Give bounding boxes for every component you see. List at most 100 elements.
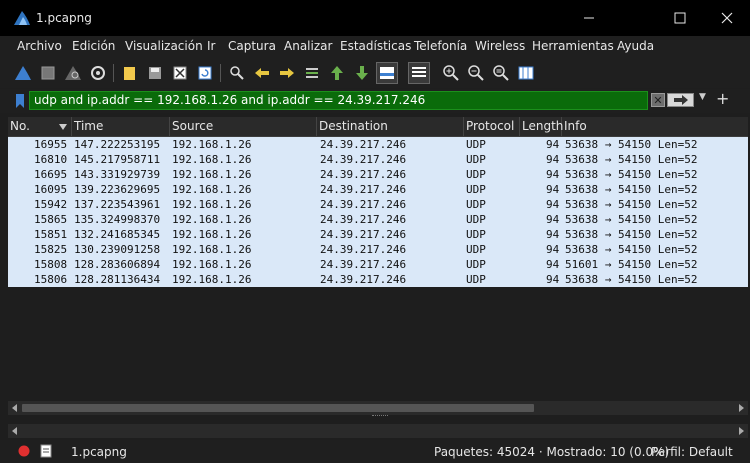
column-header-no[interactable]: No. bbox=[8, 117, 72, 136]
column-header-time[interactable]: Time bbox=[72, 117, 170, 136]
scroll-right-icon[interactable] bbox=[737, 427, 745, 435]
scroll-right-icon[interactable] bbox=[737, 404, 745, 412]
resize-columns-icon bbox=[518, 66, 534, 80]
pane-splitter-handle[interactable] bbox=[372, 415, 388, 419]
open-file-button[interactable] bbox=[119, 62, 141, 84]
display-filter-input[interactable]: udp and ip.addr == 192.168.1.26 and ip.a… bbox=[29, 91, 648, 110]
maximize-button[interactable] bbox=[657, 0, 703, 36]
column-header-protocol[interactable]: Protocol bbox=[464, 117, 520, 136]
table-row[interactable]: 16955 147.222253195 192.168.1.26 24.39.2… bbox=[8, 137, 748, 152]
table-row[interactable]: 15825 130.239091258 192.168.1.26 24.39.2… bbox=[8, 242, 748, 257]
cell-protocol: UDP bbox=[466, 228, 486, 241]
table-row[interactable]: 16095 139.223629695 192.168.1.26 24.39.2… bbox=[8, 182, 748, 197]
cell-protocol: UDP bbox=[466, 153, 486, 166]
cell-length: 94 bbox=[546, 258, 560, 271]
gear-icon bbox=[91, 66, 105, 80]
shark-fin-icon bbox=[15, 66, 31, 80]
column-header-destination[interactable]: Destination bbox=[317, 117, 464, 136]
menu-wireless[interactable]: Wireless bbox=[475, 39, 525, 53]
go-back-button[interactable] bbox=[251, 62, 273, 84]
start-capture-button[interactable] bbox=[12, 62, 34, 84]
cell-no: 16810 bbox=[34, 153, 68, 166]
close-button[interactable] bbox=[704, 0, 750, 36]
capture-comment-icon[interactable] bbox=[40, 444, 52, 458]
column-header-source[interactable]: Source bbox=[170, 117, 317, 136]
cell-protocol: UDP bbox=[466, 243, 486, 256]
table-row[interactable]: 16695 143.331929739 192.168.1.26 24.39.2… bbox=[8, 167, 748, 182]
reload-file-button[interactable] bbox=[194, 62, 216, 84]
go-forward-button[interactable] bbox=[276, 62, 298, 84]
cell-no: 15942 bbox=[34, 198, 68, 211]
menu-edicion[interactable]: Edición bbox=[72, 39, 115, 53]
cell-length: 94 bbox=[546, 198, 560, 211]
colorize-button[interactable] bbox=[408, 62, 430, 84]
cell-destination: 24.39.217.246 bbox=[320, 213, 407, 226]
table-row[interactable]: 16810 145.217958711 192.168.1.26 24.39.2… bbox=[8, 152, 748, 167]
table-row[interactable]: 15942 137.223543961 192.168.1.26 24.39.2… bbox=[8, 197, 748, 212]
menu-visualizacion[interactable]: Visualización bbox=[125, 39, 203, 53]
scroll-left-icon[interactable] bbox=[11, 427, 19, 435]
cell-source: 192.168.1.26 bbox=[172, 183, 252, 196]
menu-estadisticas[interactable]: Estadísticas bbox=[340, 39, 411, 53]
cell-time: 128.281136434 bbox=[74, 273, 161, 286]
bookmark-icon[interactable] bbox=[13, 93, 27, 109]
packet-list: No. Time Source Destination Protocol Len… bbox=[8, 117, 748, 401]
menu-captura[interactable]: Captura bbox=[228, 39, 276, 53]
packet-list-horizontal-scrollbar[interactable] bbox=[8, 401, 748, 415]
cell-time: 128.283606894 bbox=[74, 258, 161, 271]
cell-time: 132.241685345 bbox=[74, 228, 161, 241]
menu-herramientas[interactable]: Herramientas bbox=[532, 39, 614, 53]
go-to-packet-button[interactable] bbox=[301, 62, 323, 84]
last-packet-button[interactable] bbox=[351, 62, 373, 84]
resize-columns-button[interactable] bbox=[515, 62, 537, 84]
cell-destination: 24.39.217.246 bbox=[320, 138, 407, 151]
apply-filter-button[interactable] bbox=[667, 93, 694, 107]
table-row[interactable]: 15851 132.241685345 192.168.1.26 24.39.2… bbox=[8, 227, 748, 242]
menu-telefonia[interactable]: Telefonía bbox=[414, 39, 467, 53]
cell-info: 53638 → 54150 Len=52 bbox=[565, 273, 698, 286]
packet-rows: 16955 147.222253195 192.168.1.26 24.39.2… bbox=[8, 137, 748, 287]
minimize-button[interactable] bbox=[566, 0, 612, 36]
first-packet-button[interactable] bbox=[326, 62, 348, 84]
column-header-info[interactable]: Info bbox=[562, 117, 748, 136]
find-packet-button[interactable] bbox=[226, 62, 248, 84]
cell-destination: 24.39.217.246 bbox=[320, 243, 407, 256]
table-row[interactable]: 15865 135.324998370 192.168.1.26 24.39.2… bbox=[8, 212, 748, 227]
close-file-button[interactable] bbox=[169, 62, 191, 84]
save-file-button[interactable] bbox=[144, 62, 166, 84]
zoom-out-button[interactable] bbox=[465, 62, 487, 84]
filter-history-dropdown-icon[interactable]: ▼ bbox=[699, 92, 706, 102]
cell-time: 135.324998370 bbox=[74, 213, 161, 226]
capture-options-button[interactable] bbox=[87, 62, 109, 84]
normal-size-button[interactable] bbox=[490, 62, 512, 84]
auto-scroll-button[interactable] bbox=[376, 62, 398, 84]
arrow-left-icon bbox=[255, 68, 269, 78]
add-filter-button-icon[interactable]: + bbox=[716, 89, 729, 108]
table-row[interactable]: 15806 128.281136434 192.168.1.26 24.39.2… bbox=[8, 272, 748, 287]
scrollbar-thumb[interactable] bbox=[22, 404, 534, 412]
details-horizontal-scrollbar[interactable] bbox=[8, 424, 748, 438]
clear-filter-button[interactable]: ✕ bbox=[651, 93, 665, 107]
scroll-left-icon[interactable] bbox=[11, 404, 19, 412]
cell-length: 94 bbox=[546, 213, 560, 226]
table-row[interactable]: 15808 128.283606894 192.168.1.26 24.39.2… bbox=[8, 257, 748, 272]
cell-length: 94 bbox=[546, 138, 560, 151]
expert-info-icon[interactable] bbox=[18, 445, 30, 457]
close-icon bbox=[721, 12, 733, 24]
status-file-name: 1.pcapng bbox=[71, 445, 127, 459]
restart-capture-button[interactable] bbox=[62, 62, 84, 84]
status-profile[interactable]: Perfil: Default bbox=[651, 445, 733, 459]
menu-analizar[interactable]: Analizar bbox=[284, 39, 332, 53]
cell-length: 94 bbox=[546, 228, 560, 241]
cell-destination: 24.39.217.246 bbox=[320, 183, 407, 196]
column-header-length[interactable]: Length bbox=[520, 117, 563, 136]
cell-protocol: UDP bbox=[466, 213, 486, 226]
apply-arrow-icon bbox=[673, 95, 688, 105]
menu-ayuda[interactable]: Ayuda bbox=[617, 39, 654, 53]
cell-info: 51601 → 54150 Len=52 bbox=[565, 258, 698, 271]
stop-capture-button[interactable] bbox=[37, 62, 59, 84]
zoom-in-button[interactable] bbox=[440, 62, 462, 84]
cell-protocol: UDP bbox=[466, 198, 486, 211]
menu-archivo[interactable]: Archivo bbox=[17, 39, 62, 53]
menu-ir[interactable]: Ir bbox=[207, 39, 215, 53]
